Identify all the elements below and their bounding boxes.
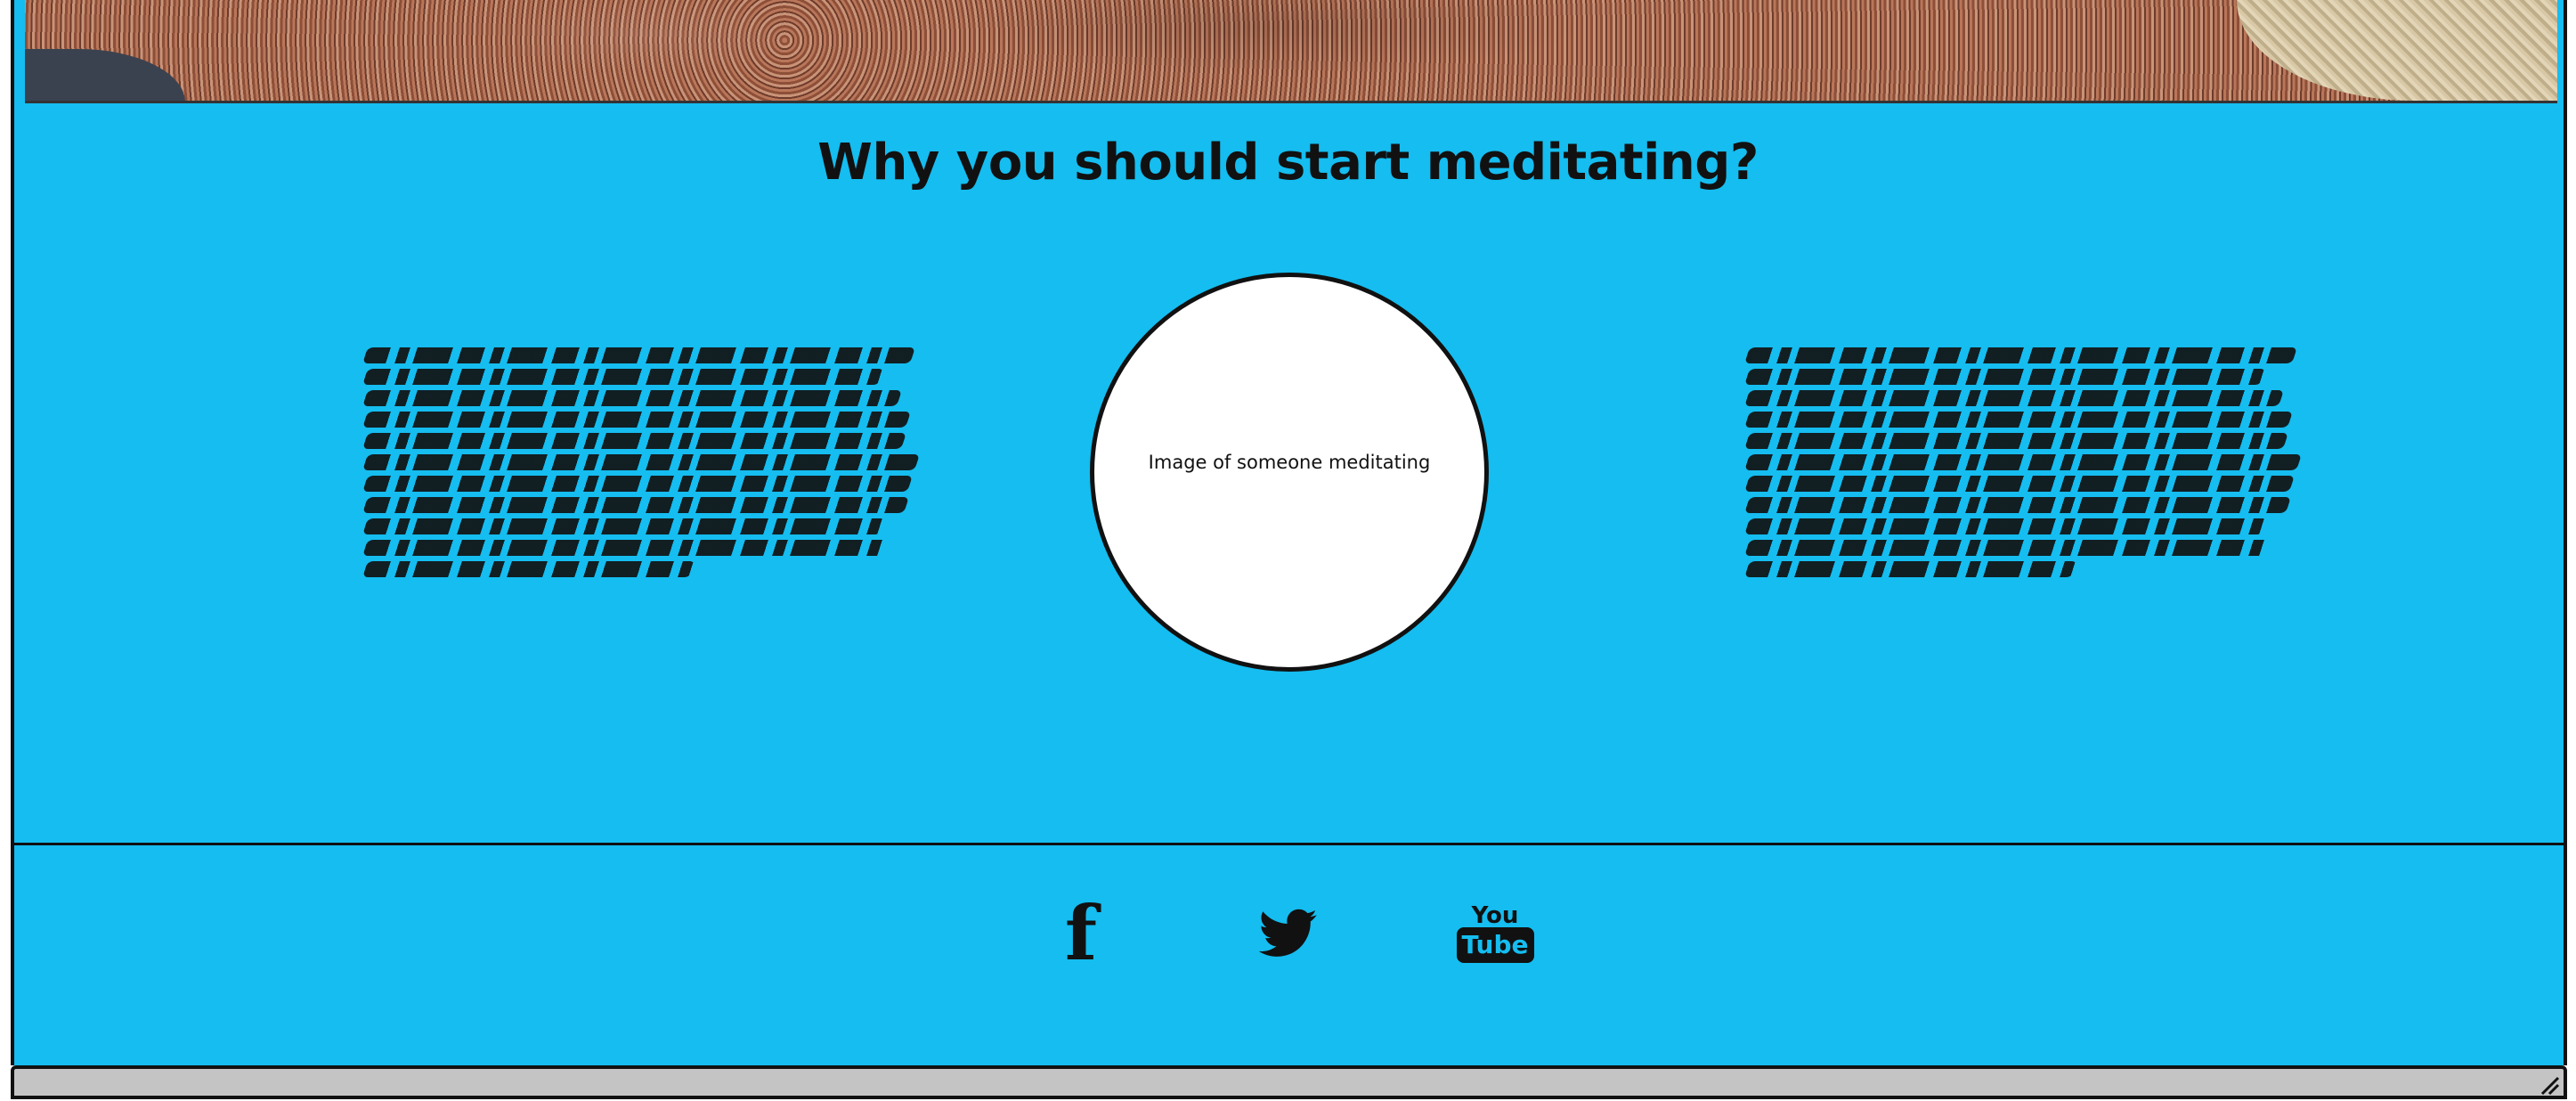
resize-handle-icon[interactable] [2539,1074,2560,1096]
text-line [1744,347,2297,363]
hero-image [25,0,2557,103]
text-line [1744,561,2077,577]
youtube-you-text: You [1471,902,1519,929]
text-line [1744,540,2271,556]
text-line [362,476,913,492]
text-line [1744,390,2284,406]
text-line [1744,454,2302,470]
text-line [362,369,884,385]
facebook-icon[interactable]: f [1060,896,1102,971]
hero-shadow-area [25,49,185,101]
text-line [1744,369,2266,385]
image-placeholder-label: Image of someone meditating [1148,452,1431,473]
section-title: Why you should start meditating? [817,134,1759,192]
text-line [1744,433,2288,449]
text-line [362,518,886,534]
text-line [362,412,911,428]
twitter-bird-icon [1259,909,1317,957]
text-line [362,497,909,513]
youtube-icon[interactable]: You Tube [1456,898,1534,969]
youtube-tube-text: Tube [1456,927,1534,963]
left-text-block [362,347,920,583]
text-line [362,561,695,577]
text-line [362,390,902,406]
window-bottom-bar [11,1065,2567,1099]
twitter-icon[interactable] [1257,898,1320,969]
hero-sand-area [2237,0,2557,101]
text-line [362,454,920,470]
meditation-image-placeholder: Image of someone meditating [1090,273,1489,672]
text-line [362,347,915,363]
right-text-block [1744,347,2302,583]
text-line [1744,518,2268,534]
text-line [1744,412,2293,428]
footer-divider [11,843,2567,845]
text-line [362,540,889,556]
text-line [1744,476,2295,492]
text-line [1744,497,2291,513]
text-line [362,433,906,449]
